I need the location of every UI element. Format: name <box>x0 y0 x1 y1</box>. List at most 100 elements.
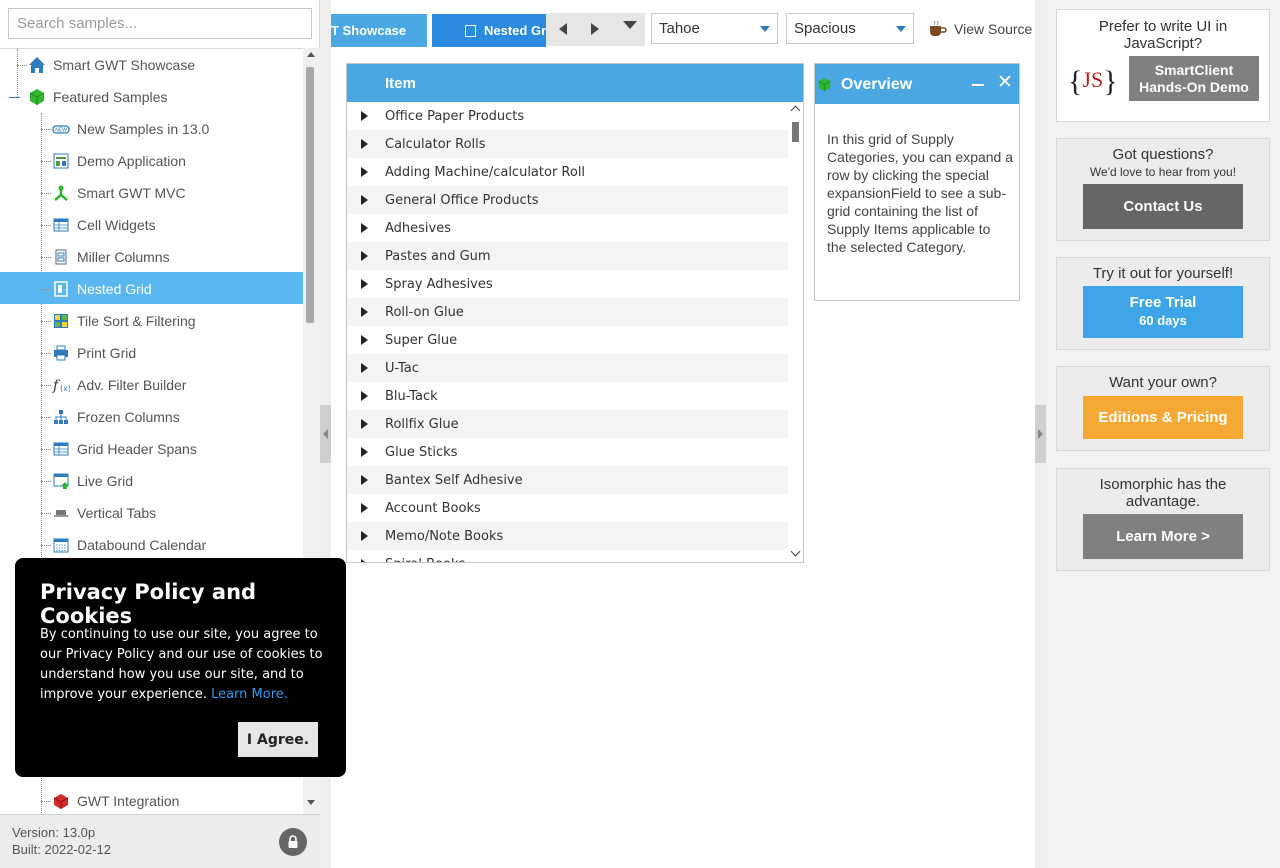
tab-menu-button[interactable] <box>616 9 644 41</box>
expand-arrow-icon[interactable] <box>361 363 368 373</box>
tree-item-nested-grid[interactable]: Nested Grid <box>52 273 152 305</box>
collapse-right-button[interactable] <box>1035 405 1046 463</box>
tree-item-tile-sort-filtering[interactable]: Tile Sort & Filtering <box>52 305 196 337</box>
tree-line <box>41 161 51 162</box>
table-row[interactable]: General Office Products <box>347 186 788 214</box>
questions-text: Got questions? <box>1112 146 1214 163</box>
expand-arrow-icon[interactable] <box>361 503 368 513</box>
tab-next-button[interactable] <box>581 13 609 45</box>
minimize-icon[interactable] <box>972 84 984 86</box>
tab-showcase[interactable]: T Showcase <box>331 14 427 47</box>
nested-grid-icon <box>52 280 70 298</box>
tree-item-grid-header-spans[interactable]: Grid Header Spans <box>52 433 197 465</box>
table-row[interactable]: Roll-on Glue <box>347 298 788 326</box>
privacy-body: By continuing to use our site, you agree… <box>40 625 330 705</box>
tree-item-label: Tile Sort & Filtering <box>77 313 196 329</box>
expand-arrow-icon[interactable] <box>361 279 368 289</box>
overview-panel: Overview ✕ In this grid of Supply Catego… <box>814 63 1020 301</box>
overview-title: Overview <box>841 76 913 93</box>
table-row[interactable]: Memo/Note Books <box>347 522 788 550</box>
close-icon[interactable]: ✕ <box>997 72 1013 94</box>
table-row[interactable]: Calculator Rolls <box>347 130 788 158</box>
table-row[interactable]: Blu-Tack <box>347 382 788 410</box>
table-row[interactable]: Super Glue <box>347 326 788 354</box>
expand-arrow-icon[interactable] <box>361 251 368 261</box>
table-icon <box>52 440 70 458</box>
tree-item-showcase[interactable]: Smart GWT Showcase <box>28 49 195 81</box>
tree-item-label: Miller Columns <box>77 249 170 265</box>
expand-arrow-icon[interactable] <box>361 559 368 562</box>
expand-arrow-icon[interactable] <box>361 447 368 457</box>
tree-scroll-thumb[interactable] <box>306 67 314 323</box>
expand-arrow-icon[interactable] <box>361 223 368 233</box>
learn-more-link[interactable]: Learn More. <box>211 687 288 702</box>
row-item-label: Super Glue <box>385 332 458 348</box>
grid-scrollbar[interactable] <box>788 102 803 562</box>
smartclient-demo-button[interactable]: SmartClient Hands-On Demo <box>1129 56 1259 101</box>
button-label: SmartClient <box>1154 61 1234 78</box>
lock-icon <box>288 835 298 848</box>
tree-item-adv-filter-builder[interactable]: f (x) Adv. Filter Builder <box>52 369 186 401</box>
right-splitter[interactable] <box>1035 0 1047 868</box>
agree-button[interactable]: I Agree. <box>238 722 318 757</box>
table-row[interactable]: Spray Adhesives <box>347 270 788 298</box>
tree-item-smart-gwt-mvc[interactable]: Smart GWT MVC <box>52 177 186 209</box>
contact-us-button[interactable]: Contact Us <box>1083 184 1243 229</box>
table-row[interactable]: Spiral Books <box>347 550 788 562</box>
density-select[interactable]: Spacious <box>786 13 914 44</box>
button-label: Hands-On Demo <box>1139 78 1249 95</box>
tree-item-featured[interactable]: Featured Samples <box>28 81 167 113</box>
free-trial-button[interactable]: Free Trial 60 days <box>1083 286 1243 338</box>
tab-prev-button[interactable] <box>549 13 577 45</box>
tree-item-print-grid[interactable]: Print Grid <box>52 337 136 369</box>
tree-line <box>41 417 51 418</box>
view-source-button[interactable]: View Source <box>928 19 1032 39</box>
column-header-item[interactable]: Item <box>385 75 416 92</box>
table-row[interactable]: U-Tac <box>347 354 788 382</box>
tree-item-databound-calendar[interactable]: Databound Calendar <box>52 529 206 561</box>
expand-arrow-icon[interactable] <box>361 167 368 177</box>
table-row[interactable]: Account Books <box>347 494 788 522</box>
scroll-down-icon[interactable] <box>790 546 801 557</box>
collapse-marker[interactable] <box>9 97 20 98</box>
expand-arrow-icon[interactable] <box>361 139 368 149</box>
tree-line <box>17 65 27 66</box>
skin-select[interactable]: Tahoe <box>651 13 778 44</box>
row-item-label: Glue Sticks <box>385 444 458 460</box>
expand-arrow-icon[interactable] <box>361 111 368 121</box>
editions-pricing-button[interactable]: Editions & Pricing <box>1083 396 1243 439</box>
expand-arrow-icon[interactable] <box>361 531 368 541</box>
search-input[interactable] <box>8 8 312 39</box>
collapse-left-button[interactable] <box>320 405 331 463</box>
table-row[interactable]: Glue Sticks <box>347 438 788 466</box>
tree-item-miller-columns[interactable]: Miller Columns <box>52 241 170 273</box>
lock-button[interactable] <box>279 828 307 856</box>
scroll-up-icon[interactable] <box>307 52 315 57</box>
tree-item-frozen-columns[interactable]: Frozen Columns <box>52 401 180 433</box>
table-row[interactable]: Bantex Self Adhesive <box>347 466 788 494</box>
table-row[interactable]: Pastes and Gum <box>347 242 788 270</box>
tree-item-demo-application[interactable]: Demo Application <box>52 145 186 177</box>
scroll-up-icon[interactable] <box>790 105 801 116</box>
tree-item-cell-widgets[interactable]: Cell Widgets <box>52 209 156 241</box>
scroll-down-icon[interactable] <box>307 800 315 805</box>
expand-arrow-icon[interactable] <box>361 195 368 205</box>
learn-more-button[interactable]: Learn More > <box>1083 514 1243 559</box>
expand-arrow-icon[interactable] <box>361 335 368 345</box>
tree-item-vertical-tabs[interactable]: Vertical Tabs <box>52 497 156 529</box>
grid-scroll-thumb[interactable] <box>792 122 799 142</box>
table-row[interactable]: Adding Machine/calculator Roll <box>347 158 788 186</box>
tree-item-live-grid[interactable]: Live Grid <box>52 465 133 497</box>
expand-arrow-icon[interactable] <box>361 419 368 429</box>
tree-line <box>41 257 51 258</box>
expand-arrow-icon[interactable] <box>361 307 368 317</box>
table-row[interactable]: Office Paper Products <box>347 102 788 130</box>
home-icon <box>28 56 46 74</box>
expand-arrow-icon[interactable] <box>361 391 368 401</box>
table-row[interactable]: Adhesives <box>347 214 788 242</box>
table-row[interactable]: Rollfix Glue <box>347 410 788 438</box>
tree-item-new-samples-in-13-0[interactable]: NEW New Samples in 13.0 <box>52 113 209 145</box>
tree-item-gwt-integration[interactable]: GWT Integration <box>52 785 179 814</box>
tab-nested-grid[interactable]: Nested Grid <box>432 14 546 47</box>
expand-arrow-icon[interactable] <box>361 475 368 485</box>
